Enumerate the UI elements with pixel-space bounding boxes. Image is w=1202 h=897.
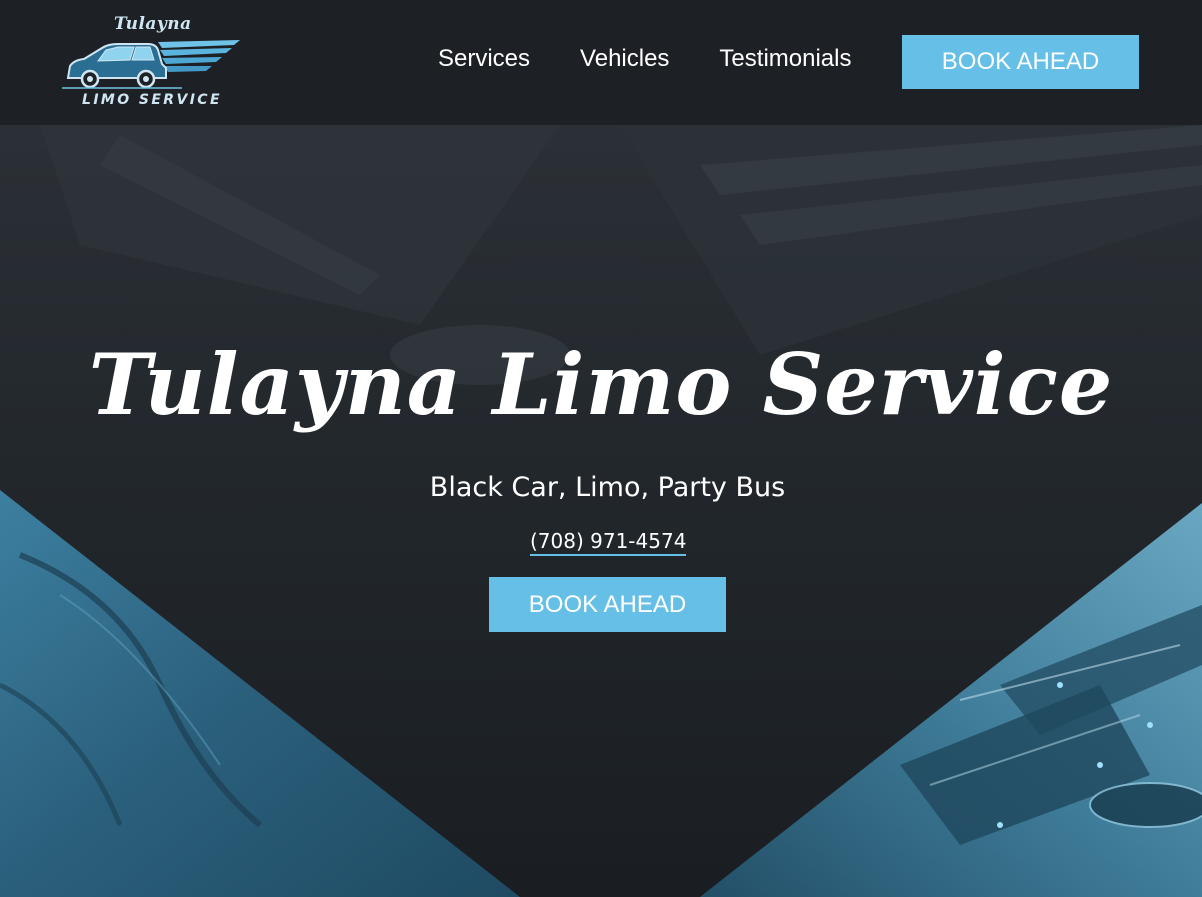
nav-link-testimonials[interactable]: Testimonials bbox=[719, 45, 851, 73]
hero-background-image bbox=[0, 125, 1202, 897]
header-book-ahead-button[interactable]: BOOK AHEAD bbox=[902, 35, 1139, 89]
brand-logo[interactable]: Tulayna LIMO SERVICE bbox=[62, 14, 244, 114]
limo-car-icon bbox=[62, 40, 240, 89]
logo-brand-bottom: LIMO SERVICE bbox=[82, 92, 222, 108]
hero-title: Tulayna Limo Service bbox=[88, 335, 1114, 434]
nav-link-services[interactable]: Services bbox=[438, 45, 530, 73]
main-nav: Services Vehicles Testimonials bbox=[438, 45, 901, 73]
site-header: Tulayna LIMO SERVICE Services Vehicles T… bbox=[0, 0, 1202, 125]
hero-subtitle: Black Car, Limo, Party Bus bbox=[429, 472, 786, 503]
hero-phone-link[interactable]: (708) 971-4574 bbox=[530, 529, 687, 556]
hero-book-ahead-button[interactable]: BOOK AHEAD bbox=[489, 577, 726, 632]
logo-brand-top: Tulayna bbox=[114, 14, 192, 34]
nav-link-vehicles[interactable]: Vehicles bbox=[580, 45, 669, 73]
hero-section: Tulayna Limo Service Black Car, Limo, Pa… bbox=[0, 125, 1202, 897]
